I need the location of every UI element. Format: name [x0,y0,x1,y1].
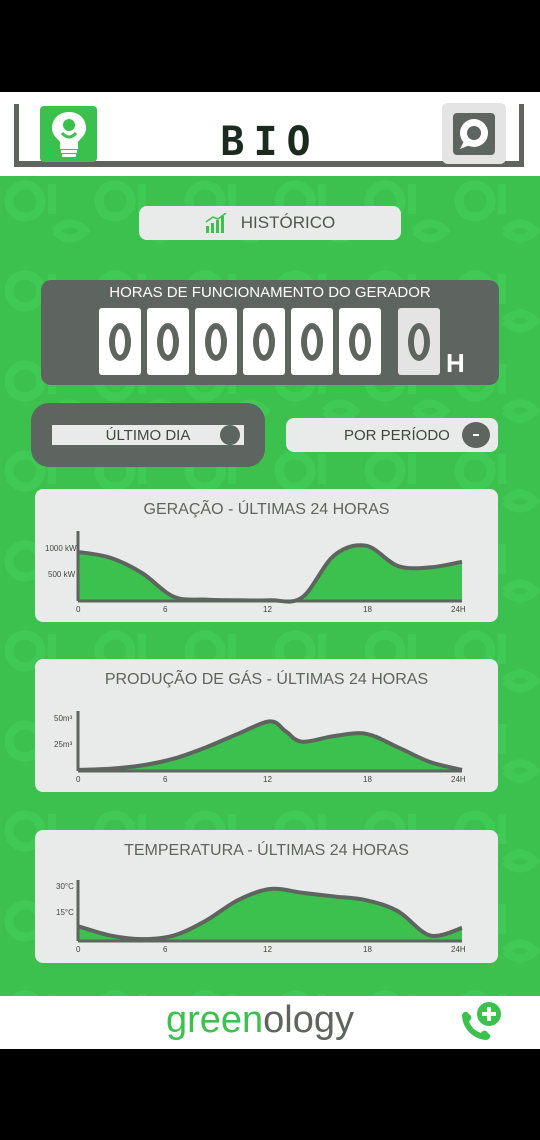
x-tick-label: 6 [163,775,168,784]
x-tick-label: 6 [163,945,168,954]
x-tick-label: 12 [263,945,272,954]
generation-chart-card: GERAÇÃO - ÚLTIMAS 24 HORAS 1000 kW 500 k… [35,489,498,622]
counter-digit [291,308,333,375]
x-tick-label: 0 [76,945,81,954]
chat-button[interactable] [442,103,506,164]
counter-digit [339,308,381,375]
period-button[interactable]: POR PERÍODO [286,418,498,452]
x-tick-label: 18 [363,945,372,954]
x-tick-label: 12 [263,605,272,614]
generation-area [78,545,462,602]
counter-digit [99,308,141,375]
x-tick-label: 0 [76,775,81,784]
x-tick-label: 24H [451,775,466,784]
y-tick-label: 1000 kW [45,544,77,553]
chat-bubble-icon [453,112,495,155]
hours-counter: HORAS DE FUNCIONAMENTO DO GERADOR H [41,280,499,385]
brand-dark: ology [263,999,355,1041]
x-tick-label: 24H [451,605,466,614]
x-tick-label: 12 [263,775,272,784]
counter-title: HORAS DE FUNCIONAMENTO DO GERADOR [109,284,431,301]
y-tick-label: 30°C [56,882,74,891]
y-tick-label: 15°C [56,908,74,917]
temperature-chart-card: TEMPERATURA - ÚLTIMAS 24 HORAS 30°C 15°C… [35,830,498,963]
dropdown-dot-icon [462,422,490,448]
phone-add-icon[interactable] [456,1000,504,1046]
y-tick-label: 500 kW [48,570,76,579]
gas-chart-card: PRODUÇÃO DE GÁS - ÚLTIMAS 24 HORAS 50m³ … [35,659,498,792]
history-button[interactable]: HISTÓRICO [139,206,401,240]
counter-digit [195,308,237,375]
counter-unit: H [446,348,465,378]
brand-logo: greenology [0,999,520,1042]
counter-digit [147,308,189,375]
y-tick-label: 25m³ [54,740,73,749]
last-day-toggle-group: ÚLTIMO DIA [31,403,265,467]
x-tick-label: 18 [363,605,372,614]
generation-chart: 1000 kW 500 kW 0 6 12 18 24H [45,531,466,614]
last-day-button[interactable]: ÚLTIMO DIA [52,425,244,445]
radio-selected-icon [220,425,240,445]
x-tick-label: 18 [363,775,372,784]
last-day-label: ÚLTIMO DIA [105,426,191,444]
brand-green: green [165,999,264,1041]
counter-digit [243,308,285,375]
navigation-bar [0,1049,540,1140]
temperature-chart: 30°C 15°C 0 6 12 18 24H [56,880,466,954]
counter-digit-last [398,308,440,375]
y-tick-label: 50m³ [54,714,73,723]
bar-chart-growth-icon [205,213,227,233]
gas-area [78,721,462,771]
x-tick-label: 0 [76,605,81,614]
history-label: HISTÓRICO [240,213,336,232]
x-tick-label: 24H [451,945,466,954]
period-label: POR PERÍODO [344,427,450,444]
status-bar [0,0,540,92]
app-frame: BIO HISTÓRICO HORAS DE FUNCIONAMENTO DO … [0,0,540,1140]
gas-chart: 50m³ 25m³ 0 6 12 18 24H [54,711,466,784]
x-tick-label: 6 [163,605,168,614]
